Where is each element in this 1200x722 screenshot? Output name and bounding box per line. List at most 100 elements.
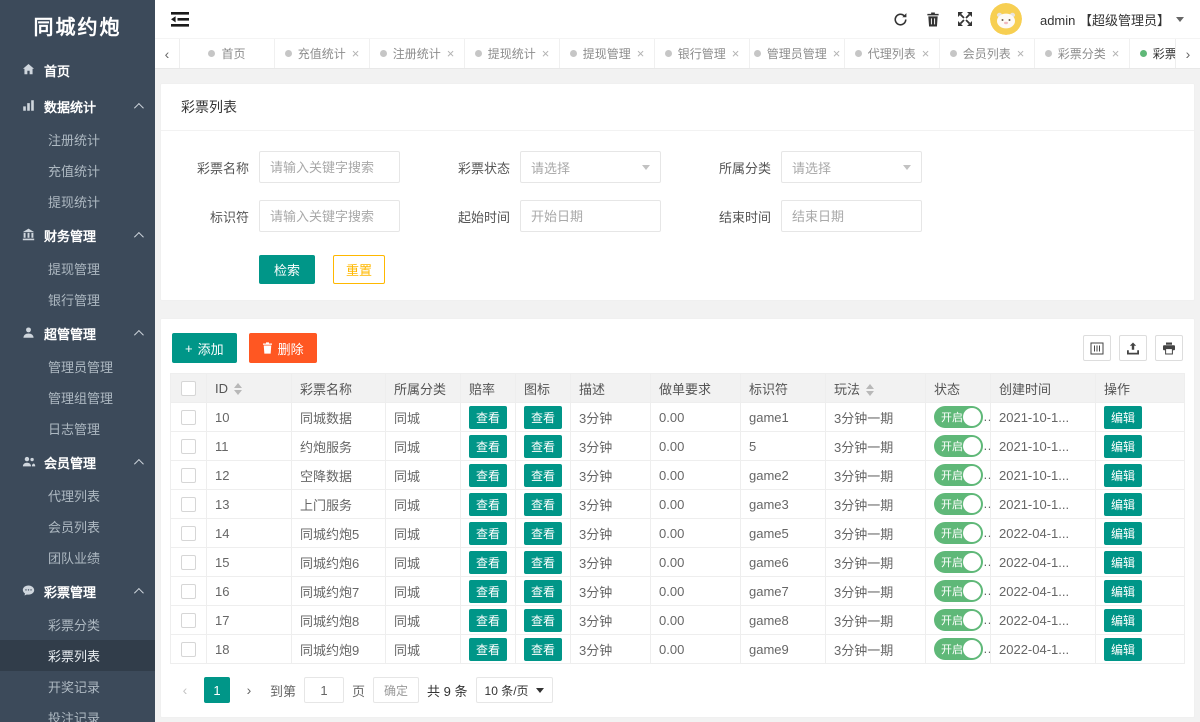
goto-page-input[interactable] [304,677,344,703]
view-odds-button[interactable]: 查看 [469,435,507,458]
filter-columns-icon[interactable] [1083,335,1111,361]
lottery-name-input[interactable] [259,151,400,183]
sidebar-subitem[interactable]: 代理列表 [0,480,155,511]
view-odds-button[interactable]: 查看 [469,406,507,429]
row-checkbox[interactable] [181,439,196,454]
status-toggle[interactable]: 开启 [934,551,983,573]
sidebar-item-4[interactable]: 会员管理 [0,444,155,480]
view-odds-button[interactable]: 查看 [469,638,507,661]
sidebar-item-5[interactable]: 彩票管理 [0,573,155,609]
sidebar-subitem[interactable]: 开奖记录 [0,671,155,702]
row-checkbox[interactable] [181,468,196,483]
sidebar-subitem[interactable]: 彩票列表 [0,640,155,671]
row-checkbox[interactable] [181,410,196,425]
close-icon[interactable]: × [352,47,360,60]
edit-button[interactable]: 编辑 [1104,609,1142,632]
tab-10[interactable]: 彩票列表× [1130,39,1175,68]
tab-4[interactable]: 提现管理× [560,39,655,68]
sidebar-item-2[interactable]: 财务管理 [0,217,155,253]
sidebar-subitem[interactable]: 管理组管理 [0,382,155,413]
status-toggle[interactable]: 开启 [934,638,983,660]
end-time-input[interactable] [781,200,922,232]
view-icon-button[interactable]: 查看 [524,406,562,429]
sidebar-subitem[interactable]: 充值统计 [0,155,155,186]
tab-2[interactable]: 注册统计× [370,39,465,68]
sidebar-subitem[interactable]: 团队业绩 [0,542,155,573]
row-checkbox[interactable] [181,526,196,541]
search-button[interactable]: 检索 [259,255,315,284]
sidebar-subitem[interactable]: 银行管理 [0,284,155,315]
sidebar-subitem[interactable]: 会员列表 [0,511,155,542]
view-icon-button[interactable]: 查看 [524,609,562,632]
view-icon-button[interactable]: 查看 [524,580,562,603]
sidebar-subitem[interactable]: 注册统计 [0,124,155,155]
view-odds-button[interactable]: 查看 [469,522,507,545]
current-page[interactable]: 1 [204,677,230,703]
close-icon[interactable]: × [1112,47,1120,60]
edit-button[interactable]: 编辑 [1104,580,1142,603]
row-checkbox[interactable] [181,613,196,628]
sidebar-subitem[interactable]: 彩票分类 [0,609,155,640]
tab-7[interactable]: 代理列表× [845,39,940,68]
lottery-category-select[interactable]: 请选择 [781,151,922,183]
close-icon[interactable]: × [637,47,645,60]
status-toggle[interactable]: 开启 [934,580,983,602]
user-menu[interactable]: admin 【超级管理员】 [1040,10,1184,29]
edit-button[interactable]: 编辑 [1104,406,1142,429]
identifier-input[interactable] [259,200,400,232]
refresh-icon[interactable] [893,12,908,27]
status-toggle[interactable]: 开启 [934,493,983,515]
edit-button[interactable]: 编辑 [1104,464,1142,487]
select-all-checkbox[interactable] [181,381,196,396]
tab-8[interactable]: 会员列表× [940,39,1035,68]
close-icon[interactable]: × [447,47,455,60]
sort-icon[interactable] [234,383,242,395]
page-size-select[interactable]: 10 条/页 [476,677,553,703]
start-time-input[interactable] [520,200,661,232]
row-checkbox[interactable] [181,642,196,657]
close-icon[interactable]: × [732,47,740,60]
row-checkbox[interactable] [181,497,196,512]
add-button[interactable]: + 添加 [172,333,237,363]
view-odds-button[interactable]: 查看 [469,551,507,574]
collapse-sidebar-icon[interactable] [171,12,189,27]
export-icon[interactable] [1119,335,1147,361]
tab-9[interactable]: 彩票分类× [1035,39,1130,68]
delete-button[interactable]: 删除 [249,333,317,363]
view-icon-button[interactable]: 查看 [524,551,562,574]
avatar[interactable] [990,3,1022,35]
sidebar-item-0[interactable]: 首页 [0,52,155,88]
tabs-scroll-right-icon[interactable]: › [1175,39,1200,68]
lottery-status-select[interactable]: 请选择 [520,151,661,183]
row-checkbox[interactable] [181,555,196,570]
close-icon[interactable]: × [1017,47,1025,60]
view-icon-button[interactable]: 查看 [524,638,562,661]
close-icon[interactable]: × [833,47,841,60]
tab-6[interactable]: 管理员管理× [750,39,845,68]
status-toggle[interactable]: 开启 [934,435,983,457]
view-odds-button[interactable]: 查看 [469,580,507,603]
edit-button[interactable]: 编辑 [1104,551,1142,574]
reset-button[interactable]: 重置 [333,255,385,284]
close-icon[interactable]: × [922,47,930,60]
edit-button[interactable]: 编辑 [1104,638,1142,661]
tabs-scroll-left-icon[interactable]: ‹ [155,39,180,68]
row-checkbox[interactable] [181,584,196,599]
view-odds-button[interactable]: 查看 [469,464,507,487]
edit-button[interactable]: 编辑 [1104,522,1142,545]
view-icon-button[interactable]: 查看 [524,522,562,545]
status-toggle[interactable]: 开启 [934,464,983,486]
status-toggle[interactable]: 开启 [934,522,983,544]
view-icon-button[interactable]: 查看 [524,493,562,516]
prev-page-icon[interactable]: ‹ [172,677,198,703]
tab-0[interactable]: 首页 [180,39,275,68]
sort-icon[interactable] [866,384,874,396]
view-odds-button[interactable]: 查看 [469,493,507,516]
sidebar-subitem[interactable]: 管理员管理 [0,351,155,382]
tab-5[interactable]: 银行管理× [655,39,750,68]
status-toggle[interactable]: 开启 [934,609,983,631]
sidebar-item-3[interactable]: 超管管理 [0,315,155,351]
view-odds-button[interactable]: 查看 [469,609,507,632]
sidebar-subitem[interactable]: 提现管理 [0,253,155,284]
edit-button[interactable]: 编辑 [1104,435,1142,458]
